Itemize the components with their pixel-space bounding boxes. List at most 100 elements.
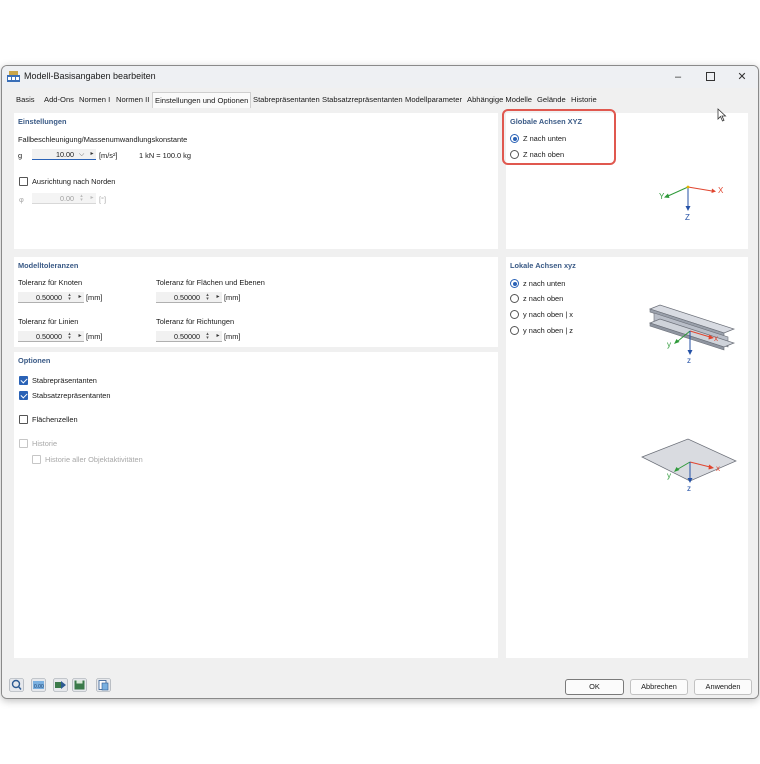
bottom-bar: 0.00 OK Abbrechen Anwenden (2, 670, 758, 698)
richtungen-input[interactable]: 0.50000 ▴ ▾ ▸ (156, 331, 222, 342)
spinner-icon[interactable]: ▴ ▾ (67, 332, 72, 341)
lokal-option-1: z nach unten (523, 279, 566, 288)
linien-input[interactable]: 0.50000 ▴ ▾ ▸ (18, 331, 84, 342)
tab-normen-2[interactable]: Normen II (116, 93, 149, 107)
g-label: g (18, 151, 23, 160)
menu-arrow-icon[interactable]: ▸ (89, 149, 95, 160)
mouse-cursor-icon (717, 108, 727, 122)
chevron-down-icon[interactable]: ⌵ (79, 150, 84, 159)
menu-arrow-icon[interactable]: ▸ (77, 292, 83, 303)
north-label: Ausrichtung nach Norden (32, 177, 116, 186)
lokale-achsen-panel: Lokale Achsen xyz z nach unten z nach ob… (506, 257, 748, 658)
flaechenzellen-checkbox[interactable] (19, 415, 28, 424)
axis-z-label: Z (685, 213, 690, 222)
tab-gelaende[interactable]: Gelände (537, 93, 566, 107)
richtungen-unit: [mm] (224, 332, 241, 341)
lokal-option-2: z nach oben (523, 294, 564, 303)
tab-abhaengige-modelle[interactable]: Abhängige Modelle (467, 93, 532, 107)
fall-label: Fallbeschleunigung/Massenumwandlungskons… (18, 135, 188, 144)
linien-unit: [mm] (86, 332, 103, 341)
richtungen-value: 0.50000 (174, 332, 200, 341)
svg-text:0.00: 0.00 (34, 684, 44, 690)
modelltoleranzen-title: Modelltoleranzen (18, 261, 79, 270)
g-unit: [m/s²] (99, 151, 118, 160)
historie-alle-checkbox (32, 455, 41, 464)
surface-axes-icon: x y z (641, 438, 737, 493)
knoten-label: Toleranz für Knoten (18, 278, 83, 287)
lokal-option-4: y nach oben | z (523, 326, 573, 335)
close-icon[interactable]: ✕ (726, 66, 758, 88)
search-info-icon[interactable] (9, 678, 24, 692)
tab-stabrepraesentanten[interactable]: Stabrepräsentanten (253, 93, 320, 107)
phi-label: φ (19, 195, 24, 204)
spinner-icon: ▴ ▾ (80, 193, 83, 203)
maximize-icon[interactable] (694, 66, 726, 88)
g-input[interactable]: 10.00 ⌵ ▸ (32, 149, 96, 160)
global-axes-icon: X Y Z (659, 185, 724, 222)
historie-alle-label: Historie aller Objektaktivitäten (45, 455, 143, 464)
tab-einstellungen-und-optionen[interactable]: Einstellungen und Optionen (152, 92, 252, 108)
units-icon[interactable]: 0.00 (31, 678, 46, 692)
surface-axis-z-label: z (687, 484, 691, 493)
flaechen-unit: [mm] (224, 293, 241, 302)
minimize-icon[interactable]: – (662, 66, 694, 88)
linien-value: 0.50000 (36, 332, 62, 341)
menu-arrow-icon: ▸ (90, 195, 94, 201)
beam-axis-x-label: x (714, 334, 718, 343)
arrow-export-icon[interactable] (53, 678, 68, 692)
lokal-option-3: y nach oben | x (523, 310, 573, 319)
axis-y-label: Y (659, 192, 665, 201)
phi-unit: [°] (99, 195, 107, 204)
optionen-panel: Optionen Stabrepräsentanten Stabsatzrepr… (14, 352, 498, 658)
stabrep-label: Stabrepräsentanten (32, 376, 97, 385)
tab-stabsatzrepraesentanten[interactable]: Stabsatzrepräsentanten (322, 93, 403, 107)
surface-axis-x-label: x (716, 464, 720, 473)
tab-basis[interactable]: Basis (16, 93, 35, 107)
tab-historie[interactable]: Historie (571, 93, 597, 107)
spinner-icon[interactable]: ▴ ▾ (205, 332, 210, 341)
radio-y-nach-oben-x[interactable] (510, 310, 519, 319)
modelltoleranzen-panel: Modelltoleranzen Toleranz für Knoten 0.5… (14, 257, 498, 347)
menu-arrow-icon[interactable]: ▸ (77, 331, 83, 342)
flaechenzellen-label: Flächenzellen (32, 415, 78, 424)
stabrep-checkbox[interactable] (19, 376, 28, 385)
document-icon[interactable] (96, 678, 111, 692)
knoten-value: 0.50000 (36, 293, 62, 302)
highlight-frame (502, 109, 616, 165)
radio-z-nach-oben-lokal[interactable] (510, 294, 519, 303)
ok-button[interactable]: OK (565, 679, 624, 695)
einstellungen-title: Einstellungen (18, 117, 67, 126)
tab-add-ons[interactable]: Add-Ons (44, 93, 74, 107)
optionen-title: Optionen (18, 356, 51, 365)
stabsatzrep-checkbox[interactable] (19, 391, 28, 400)
app-icon (7, 71, 20, 82)
spinner-icon[interactable]: ▴ ▾ (67, 293, 72, 302)
richtungen-label: Toleranz für Richtungen (156, 317, 235, 326)
radio-z-nach-unten-lokal[interactable] (510, 279, 519, 288)
north-checkbox[interactable] (19, 177, 28, 186)
cancel-button[interactable]: Abbrechen (630, 679, 688, 695)
beam-axis-y-label: y (667, 340, 671, 349)
flaechen-value: 0.50000 (174, 293, 200, 302)
radio-y-nach-oben-z[interactable] (510, 326, 519, 335)
beam-axes-icon: x y z (648, 304, 736, 365)
title-bar: Modell-Basisangaben bearbeiten – ✕ (2, 66, 758, 88)
knoten-input[interactable]: 0.50000 ▴ ▾ ▸ (18, 292, 84, 303)
window-title: Modell-Basisangaben bearbeiten (24, 71, 156, 81)
lokale-achsen-title: Lokale Achsen xyz (510, 261, 576, 270)
apply-button[interactable]: Anwenden (694, 679, 752, 695)
einstellungen-panel: Einstellungen Fallbeschleunigung/Massenu… (14, 113, 498, 249)
flaechen-input[interactable]: 0.50000 ▴ ▾ ▸ (156, 292, 222, 303)
phi-value: 0.00 (60, 194, 74, 203)
tab-modellparameter[interactable]: Modellparameter (405, 93, 462, 107)
stabsatzrep-label: Stabsatzrepräsentanten (32, 391, 111, 400)
knoten-unit: [mm] (86, 293, 103, 302)
spinner-icon[interactable]: ▴ ▾ (205, 293, 210, 302)
menu-arrow-icon[interactable]: ▸ (215, 292, 221, 303)
phi-input: 0.00 ▴ ▾ ▸ (32, 193, 96, 204)
save-icon[interactable] (72, 678, 87, 692)
conversion-text: 1 kN = 100.0 kg (139, 151, 191, 160)
tab-normen-1[interactable]: Normen I (79, 93, 110, 107)
menu-arrow-icon[interactable]: ▸ (215, 331, 221, 342)
flaechen-label: Toleranz für Flächen und Ebenen (156, 278, 265, 287)
